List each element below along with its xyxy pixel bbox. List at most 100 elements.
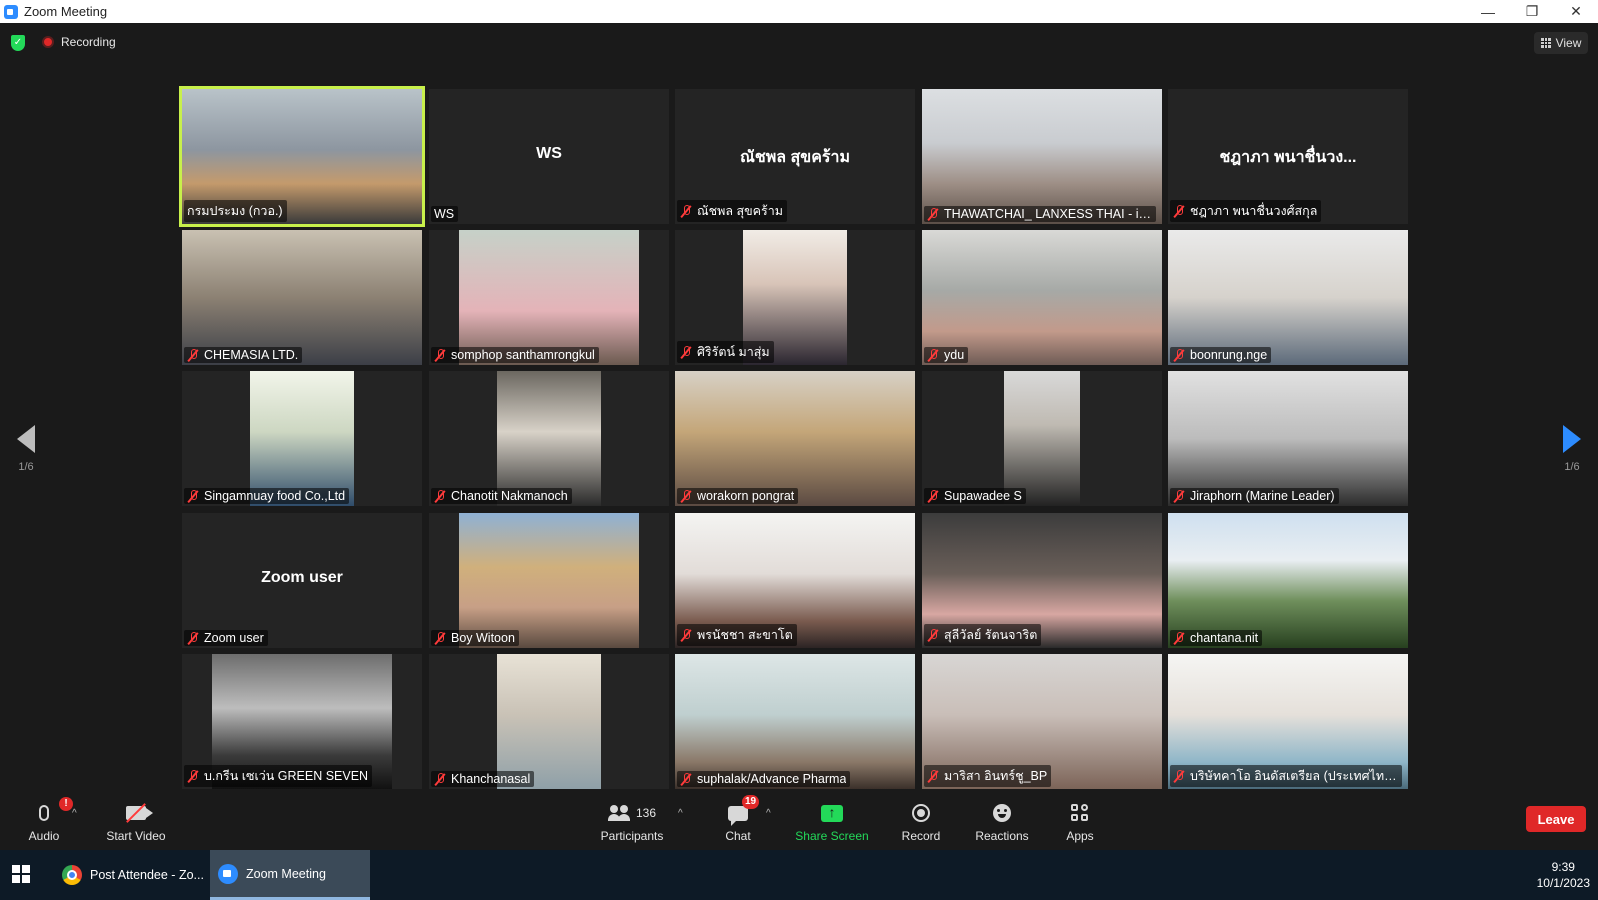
muted-microphone-icon (927, 348, 939, 362)
participant-tile[interactable]: chantana.nit (1168, 513, 1408, 648)
participant-nameplate: CHEMASIA LTD. (184, 347, 303, 363)
participant-nameplate: Khanchanasal (431, 771, 535, 787)
participant-nameplate: มาริสา อินทร์ชู_BP (924, 765, 1052, 787)
reactions-button[interactable]: Reactions (972, 794, 1032, 850)
chat-button[interactable]: 19 Chat (718, 794, 760, 850)
muted-microphone-icon (187, 631, 199, 645)
start-video-button[interactable]: Start Video (104, 794, 168, 850)
muted-microphone-icon (434, 348, 446, 362)
participant-nameplate: พรนัชชา สะขาโต (677, 624, 797, 646)
participant-tile[interactable]: WS WS (429, 89, 669, 224)
zoom-taskbar-icon (218, 863, 238, 884)
participant-tile[interactable]: somphop santhamrongkul (429, 230, 669, 365)
recording-indicator[interactable]: Recording (42, 35, 116, 49)
participant-tile[interactable]: บ.กรีน เซเว่น GREEN SEVEN (182, 654, 422, 789)
audio-button[interactable]: ! Audio (24, 794, 73, 850)
participant-tile[interactable]: พรนัชชา สะขาโต (675, 513, 915, 648)
participant-display-name: Zoom user (261, 569, 343, 586)
participant-tile[interactable]: Khanchanasal (429, 654, 669, 789)
participant-tile[interactable]: กรมประมง (กวอ.) (179, 86, 425, 227)
windows-start-icon[interactable] (12, 865, 30, 883)
participant-nameplate: กรมประมง (กวอ.) (184, 200, 287, 222)
participant-tile[interactable]: Singamnuay food Co.,Ltd (182, 371, 422, 506)
participant-video (1004, 371, 1080, 506)
participant-tile[interactable]: Supawadee S (922, 371, 1162, 506)
encryption-shield-icon[interactable]: ✓ (11, 35, 25, 51)
participant-name: worakorn pongrat (697, 489, 795, 503)
previous-page-button[interactable]: 1/6 (6, 425, 46, 473)
leave-button[interactable]: Leave (1526, 806, 1586, 832)
view-button[interactable]: View (1534, 32, 1588, 54)
participant-tile[interactable]: Jiraphorn (Marine Leader) (1168, 371, 1408, 506)
participant-tile[interactable]: สุลีวัลย์ รัตนจาริต (922, 513, 1162, 648)
audio-options-chevron-icon[interactable]: ^ (72, 808, 77, 819)
participant-name: Khanchanasal (451, 772, 531, 786)
participant-name: ydu (944, 348, 965, 362)
record-icon (912, 804, 930, 822)
participant-tile[interactable]: ณัชพล สุขคร้าม ณัชพล สุขคร้าม (675, 89, 915, 224)
participant-video (1168, 513, 1408, 648)
participant-nameplate: ศิริรัตน์ มาสุ่ม (677, 341, 774, 363)
chat-options-chevron-icon[interactable]: ^ (766, 808, 771, 819)
taskbar-zoom-meeting[interactable]: Zoom Meeting (210, 850, 370, 900)
record-label: Record (901, 829, 941, 843)
participant-name: สุลีวัลย์ รัตนจาริต (944, 628, 1038, 642)
arrow-right-icon (1563, 425, 1581, 453)
participant-name: Zoom user (204, 631, 264, 645)
muted-microphone-icon (680, 204, 692, 218)
taskbar-clock[interactable]: 9:39 10/1/2023 (1537, 859, 1590, 891)
participants-options-chevron-icon[interactable]: ^ (678, 808, 683, 819)
participants-count: 136 (635, 806, 657, 820)
participant-video (182, 230, 422, 365)
participant-tile[interactable]: ชฎาภา พนาชื่นวง... ชฎาภา พนาชื่นวงศ์สกุล (1168, 89, 1408, 224)
recording-label: Recording (61, 35, 116, 49)
chat-label: Chat (725, 829, 751, 843)
participant-name: THAWATCHAI_ LANXESS THAI - iPad... (944, 207, 1152, 221)
participant-tile[interactable]: worakorn pongrat (675, 371, 915, 506)
reactions-label: Reactions (975, 829, 1029, 843)
participant-tile[interactable]: boonrung.nge (1168, 230, 1408, 365)
participants-button[interactable]: 136 Participants (592, 794, 672, 850)
participant-tile[interactable]: CHEMASIA LTD. (182, 230, 422, 365)
audio-warning-badge: ! (59, 797, 73, 811)
participant-tile[interactable]: ydu (922, 230, 1162, 365)
muted-microphone-icon (1173, 631, 1185, 645)
participant-tile[interactable]: THAWATCHAI_ LANXESS THAI - iPad... (922, 89, 1162, 224)
participant-tile[interactable]: suphalak/Advance Pharma (675, 654, 915, 789)
participant-display-name: ชฎาภา พนาชื่นวง... (1219, 149, 1357, 166)
record-button[interactable]: Record (898, 794, 944, 850)
participant-tile[interactable]: Boy Witoon (429, 513, 669, 648)
muted-microphone-icon (680, 772, 692, 786)
participant-tile[interactable]: Chanotit Nakmanoch (429, 371, 669, 506)
muted-microphone-icon (1173, 489, 1185, 503)
muted-microphone-icon (1173, 769, 1185, 783)
participant-name: ณัชพล สุขคร้าม (697, 204, 783, 218)
share-screen-icon (821, 804, 843, 822)
page-indicator-left: 1/6 (18, 461, 34, 473)
participant-name: มาริสา อินทร์ชู_BP (944, 769, 1048, 783)
muted-microphone-icon (927, 207, 939, 221)
meeting-toolbar: ! Audio ^ Start Video 136 Participants ^… (0, 794, 1598, 850)
participant-name: somphop santhamrongkul (451, 348, 595, 362)
participant-tile[interactable]: ศิริรัตน์ มาสุ่ม (675, 230, 915, 365)
share-screen-button[interactable]: Share Screen (794, 794, 870, 850)
muted-microphone-icon (680, 345, 692, 359)
participant-video (250, 371, 354, 506)
participant-tile[interactable]: บริษัทคาโอ อินดัสเตรียล (ประเทศไทย) จำกั… (1168, 654, 1408, 789)
muted-microphone-icon (680, 628, 692, 642)
participant-name: boonrung.nge (1190, 348, 1268, 362)
restore-button[interactable]: ❐ (1510, 0, 1554, 23)
apps-button[interactable]: Apps (1060, 794, 1100, 850)
reactions-smiley-icon (993, 804, 1011, 822)
muted-microphone-icon (680, 489, 692, 503)
minimize-button[interactable]: — (1466, 0, 1510, 23)
muted-microphone-icon (927, 769, 939, 783)
participant-video (922, 89, 1162, 224)
participant-nameplate: Boy Witoon (431, 630, 519, 646)
next-page-button[interactable]: 1/6 (1552, 425, 1592, 473)
arrow-left-icon (17, 425, 35, 453)
participant-tile[interactable]: Zoom user Zoom user (182, 513, 422, 648)
close-button[interactable]: ✕ (1554, 0, 1598, 23)
taskbar-chrome-post-attendee[interactable]: Post Attendee - Zo... (54, 850, 208, 900)
participant-tile[interactable]: มาริสา อินทร์ชู_BP (922, 654, 1162, 789)
